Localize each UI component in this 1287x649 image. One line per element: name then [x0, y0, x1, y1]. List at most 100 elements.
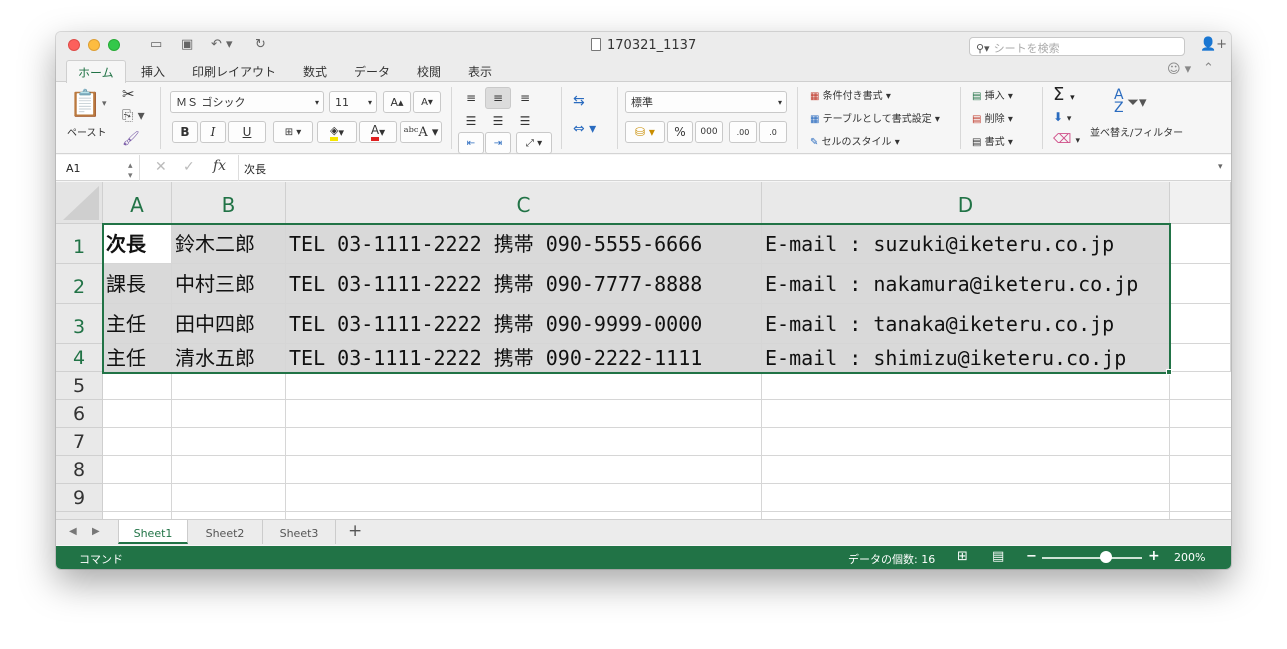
number-format-select[interactable]: 標準 ▾ [625, 91, 787, 113]
cell-d3[interactable]: E-mail : tanaka@iketeru.co.jp [762, 304, 1170, 344]
format-cells-menu[interactable]: ▤ 書式 ▾ [972, 133, 1013, 148]
borders-button[interactable]: ⊞ ▾ [273, 121, 313, 143]
cell-a1[interactable]: 次長 [103, 224, 172, 264]
minimize-window-button[interactable] [88, 39, 100, 51]
tab-formulas[interactable]: 数式 [303, 63, 327, 80]
zoom-slider-track[interactable] [1042, 557, 1142, 559]
sheet-tab-3[interactable]: Sheet3 [263, 520, 336, 544]
increase-decimal-button[interactable]: .00 [729, 121, 757, 143]
tab-page-layout[interactable]: 印刷レイアウト [192, 63, 276, 80]
italic-button[interactable]: I [200, 121, 226, 143]
increase-font-button[interactable]: A▴ [383, 91, 411, 113]
cell-e4[interactable] [1170, 344, 1231, 372]
zoom-slider-thumb[interactable] [1100, 551, 1112, 563]
row-header-5[interactable]: 5 [56, 372, 103, 400]
cell-c3[interactable]: TEL 03-1111-2222 携帯 090-9999-0000 [286, 304, 762, 344]
cell-a4[interactable]: 主任 [103, 344, 172, 372]
zoom-level[interactable]: 200% [1174, 551, 1205, 564]
accounting-format-button[interactable]: ⛁ ▾ [625, 121, 665, 143]
cell-e1[interactable] [1170, 224, 1231, 264]
column-header-d[interactable]: D [762, 182, 1170, 224]
decrease-decimal-button[interactable]: .0 [759, 121, 787, 143]
cell-c2[interactable]: TEL 03-1111-2222 携帯 090-7777-8888 [286, 264, 762, 304]
row-header-7[interactable]: 7 [56, 428, 103, 456]
decrease-font-button[interactable]: A▾ [413, 91, 441, 113]
row-header-2[interactable]: 2 [56, 264, 103, 304]
feedback-smiley-icon[interactable]: ☺ ▾ [1167, 62, 1191, 77]
paste-icon[interactable]: 📋 [69, 89, 101, 119]
font-color-button[interactable]: A ▾ [359, 121, 397, 143]
cell-d2[interactable]: E-mail : nakamura@iketeru.co.jp [762, 264, 1170, 304]
format-as-table-menu[interactable]: ▦ テーブルとして書式設定 ▾ [810, 110, 940, 125]
align-middle-button[interactable]: ≡ [485, 87, 511, 109]
wrap-text-icon[interactable]: ⇆ [573, 93, 585, 109]
sort-filter-icon[interactable]: AZ [1114, 88, 1124, 115]
format-painter-icon[interactable]: 🖌 [122, 131, 140, 147]
tab-view[interactable]: 表示 [468, 63, 492, 80]
bold-button[interactable]: B [172, 121, 198, 143]
save-icon[interactable]: ▣ [181, 37, 193, 52]
font-size-select[interactable]: 11 ▾ [329, 91, 377, 113]
cell-a3[interactable]: 主任 [103, 304, 172, 344]
spreadsheet-grid[interactable]: A B C D E 1 次長 鈴木二郎 TEL 03-1111-2222 携帯 … [56, 182, 1231, 519]
orientation-button[interactable]: ⤢ ▾ [516, 132, 552, 154]
cell-e3[interactable] [1170, 304, 1231, 344]
decrease-indent-button[interactable]: ⇤ [458, 132, 484, 154]
empty-cells[interactable] [103, 372, 1231, 519]
column-header-e[interactable]: E [1170, 182, 1231, 224]
cell-b3[interactable]: 田中四郎 [172, 304, 286, 344]
expand-formula-icon[interactable]: ▾ [1218, 162, 1223, 172]
undo-icon[interactable]: ↶ ▾ [211, 37, 233, 52]
paste-dropdown-icon[interactable]: ▾ [102, 99, 107, 109]
formula-input[interactable]: 次長 [244, 161, 266, 177]
row-header-8[interactable]: 8 [56, 456, 103, 484]
align-left-button[interactable]: ☰ [458, 110, 484, 132]
column-header-c[interactable]: C [286, 182, 762, 224]
cell-styles-menu[interactable]: ✎ セルのスタイル ▾ [810, 133, 900, 148]
align-center-button[interactable]: ☰ [485, 110, 511, 132]
redo-icon[interactable]: ↻ [255, 37, 266, 52]
cell-c1[interactable]: TEL 03-1111-2222 携帯 090-5555-6666 [286, 224, 762, 264]
row-header-10[interactable] [56, 512, 103, 519]
cancel-formula-icon[interactable]: ✕ [155, 159, 167, 175]
cell-e2[interactable] [1170, 264, 1231, 304]
filter-funnel-icon[interactable]: ⏷▾ [1127, 93, 1147, 111]
normal-view-icon[interactable]: ⊞ [957, 549, 968, 564]
conditional-format-menu[interactable]: ▦ 条件付き書式 ▾ [810, 87, 891, 102]
prev-sheet-icon[interactable]: ◀ [69, 526, 77, 537]
align-right-button[interactable]: ☰ [512, 110, 538, 132]
clear-eraser-icon[interactable]: ⌫ ▾ [1053, 132, 1080, 147]
align-top-button[interactable]: ≡ [458, 87, 484, 109]
next-sheet-icon[interactable]: ▶ [92, 526, 100, 537]
cell-a2[interactable]: 課長 [103, 264, 172, 304]
underline-button[interactable]: U [228, 121, 266, 143]
autosum-icon[interactable]: Σ ▾ [1053, 84, 1075, 105]
zoom-out-button[interactable]: − [1026, 549, 1037, 564]
collapse-ribbon-icon[interactable]: ⌃ [1203, 61, 1214, 76]
page-layout-view-icon[interactable]: ▤ [992, 549, 1004, 564]
insert-function-icon[interactable]: fx [213, 158, 226, 174]
row-header-9[interactable]: 9 [56, 484, 103, 512]
cut-icon[interactable]: ✂ [122, 85, 135, 103]
cell-c4[interactable]: TEL 03-1111-2222 携帯 090-2222-1111 [286, 344, 762, 372]
sidebar-icon[interactable]: ▭ [150, 37, 162, 52]
fill-color-button[interactable]: ◈ ▾ [317, 121, 357, 143]
sheet-tab-2[interactable]: Sheet2 [188, 520, 263, 544]
align-bottom-button[interactable]: ≡ [512, 87, 538, 109]
share-person-icon[interactable]: 👤+ [1200, 37, 1227, 52]
comma-style-button[interactable]: 000 [695, 121, 723, 143]
add-sheet-button[interactable]: + [348, 521, 362, 541]
zoom-in-button[interactable]: + [1148, 548, 1160, 564]
column-header-a[interactable]: A [103, 182, 172, 224]
row-header-3[interactable]: 3 [56, 304, 103, 344]
close-window-button[interactable] [68, 39, 80, 51]
select-all-corner[interactable] [56, 182, 103, 224]
maximize-window-button[interactable] [108, 39, 120, 51]
sheet-tab-1[interactable]: Sheet1 [118, 520, 188, 544]
cell-d4[interactable]: E-mail : shimizu@iketeru.co.jp [762, 344, 1170, 372]
row-header-6[interactable]: 6 [56, 400, 103, 428]
merge-center-icon[interactable]: ⇔ ▾ [573, 121, 596, 137]
cell-b2[interactable]: 中村三郎 [172, 264, 286, 304]
increase-indent-button[interactable]: ⇥ [485, 132, 511, 154]
search-sheet-input[interactable]: ⚲▾ シートを検索 [969, 37, 1185, 56]
